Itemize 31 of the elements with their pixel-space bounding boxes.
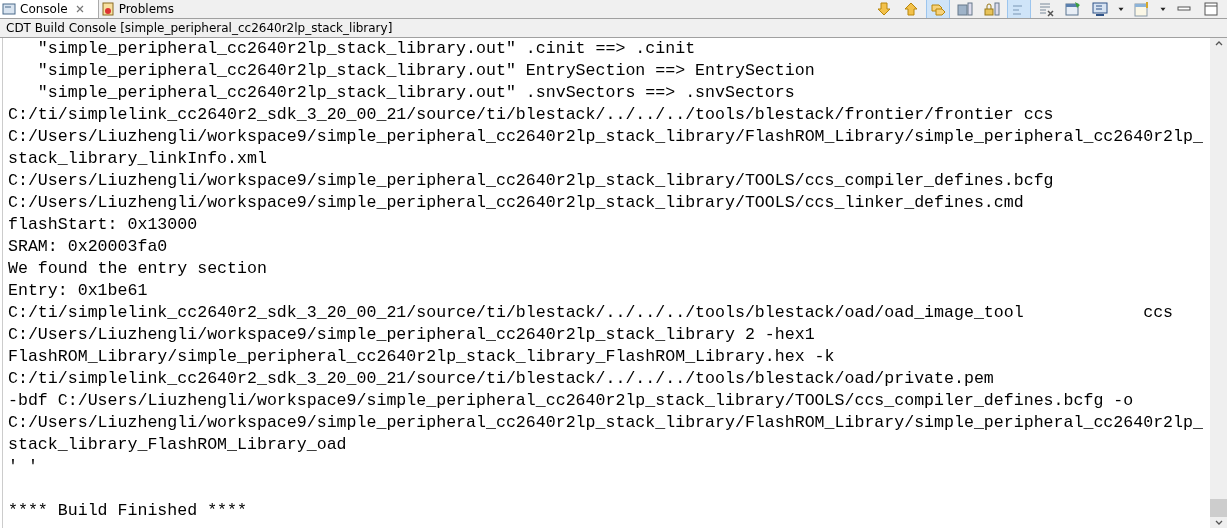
console-line: "simple_peripheral_cc2640r2lp_stack_library.out" .snvSectors ==> .snvSectors bbox=[36, 82, 796, 104]
close-icon[interactable] bbox=[75, 5, 84, 13]
console-line: stack_library_FlashROM_Library_oad bbox=[8, 434, 348, 456]
problems-icon bbox=[100, 2, 115, 16]
console-line: FlashROM_Library/simple_peripheral_cc2640r2lp_stack_library_FlashROM_Library.hex -k bbox=[8, 346, 836, 368]
console-line: ' ' bbox=[8, 456, 39, 478]
console-line: C:/Users/Liuzhengli/workspace9/simple_peripheral_cc2640r2lp_stack_library 2 -hex1 bbox=[8, 324, 816, 346]
console-line: -bdf C:/Users/Liuzhengli/workspace9/simple_peripheral_cc2640r2lp_stack_library/TOOLS/ccs_compiler_defines.bcfg -o bbox=[8, 390, 1135, 412]
vertical-scrollbar[interactable] bbox=[1210, 38, 1227, 528]
scroll-up-icon[interactable] bbox=[1214, 41, 1223, 46]
console-line: flashStart: 0x13000 bbox=[8, 214, 199, 236]
console-title: CDT Build Console [simple_peripheral_cc2640r2lp_stack_library] bbox=[0, 18, 1227, 38]
console-line: C:/Users/Liuzhengli/workspace9/simple_peripheral_cc2640r2lp_stack_library/FlashROM_Library/simple_peripheral_cc2640r2lp_ bbox=[8, 412, 1204, 434]
console-line: C:/ti/simplelink_cc2640r2_sdk_3_20_00_21/source/ti/blestack/../../../tools/blestack/oad/private.pem bbox=[8, 368, 995, 390]
console-line: **** Build Finished **** bbox=[8, 500, 248, 522]
console-line: We found the entry section bbox=[8, 258, 268, 280]
console-line: C:/ti/simplelink_cc2640r2_sdk_3_20_00_21/source/ti/blestack/../../../tools/blestack/oad/oad_image_tool ccs bbox=[8, 302, 1175, 324]
console-line: C:/Users/Liuzhengli/workspace9/simple_peripheral_cc2640r2lp_stack_library/TOOLS/ccs_linker_defines.cmd bbox=[8, 192, 1025, 214]
console-line: C:/ti/simplelink_cc2640r2_sdk_3_20_00_21/source/ti/blestack/../../../tools/blestack/frontier/frontier ccs bbox=[8, 104, 1055, 126]
pin-icon[interactable] bbox=[926, 0, 950, 18]
console-line: C:/Users/Liuzhengli/workspace9/simple_peripheral_cc2640r2lp_stack_library/TOOLS/ccs_compiler_defines.bcfg bbox=[8, 170, 1055, 192]
console-line: stack_library_linkInfo.xml bbox=[8, 148, 268, 170]
console-line: Entry: 0x1be61 bbox=[8, 280, 149, 302]
view-tab[interactable]: Console bbox=[0, 0, 99, 18]
scroll-down-icon[interactable] bbox=[1214, 520, 1223, 525]
console-line: "simple_peripheral_cc2640r2lp_stack_library.out" EntrySection ==> EntrySection bbox=[36, 60, 816, 82]
console-line: "simple_peripheral_cc2640r2lp_stack_library.out" .cinit ==> .cinit bbox=[36, 38, 697, 60]
console-icon bbox=[2, 2, 16, 16]
console-line: SRAM: 0x20003fa0 bbox=[8, 236, 169, 258]
scrollbar-thumb[interactable] bbox=[1210, 499, 1227, 517]
console-line: C:/Users/Liuzhengli/workspace9/simple_peripheral_cc2640r2lp_stack_library/FlashROM_Library/simple_peripheral_cc2640r2lp_ bbox=[8, 126, 1204, 148]
